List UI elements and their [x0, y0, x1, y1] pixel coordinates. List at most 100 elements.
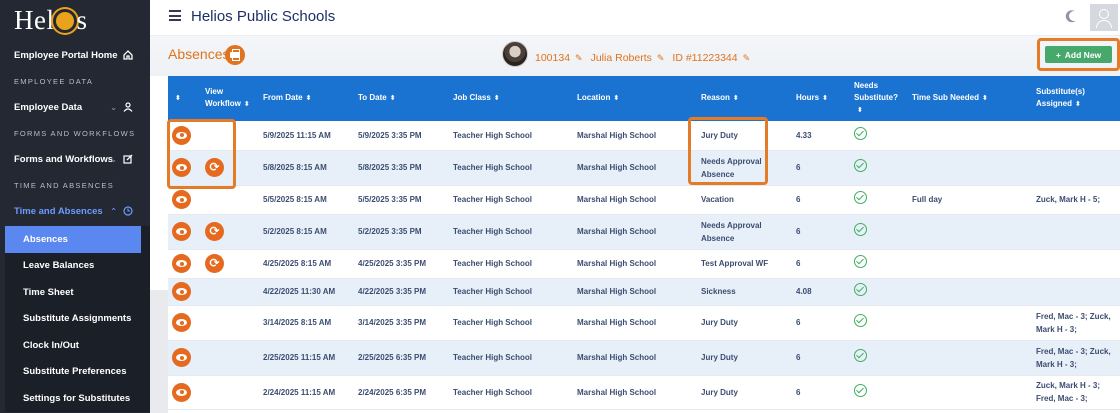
eye-icon[interactable] [172, 190, 191, 209]
eye-icon[interactable] [172, 348, 191, 367]
sort-icon[interactable]: ⬍ [1075, 101, 1081, 108]
table-row: 2/24/2025 11:15 AM 2/24/2025 6:35 PM Teach… [168, 375, 1120, 410]
pencil-icon[interactable]: ✎ [743, 53, 751, 64]
sort-icon[interactable]: ⬍ [982, 95, 988, 102]
sun-logo-icon [56, 11, 75, 30]
add-new-button[interactable]: + Add New [1045, 46, 1112, 63]
cell-hours: 6 [792, 375, 850, 410]
pencil-icon[interactable]: ✎ [657, 53, 665, 64]
col-header-reason[interactable]: Reason ⬍ [697, 76, 792, 121]
eye-icon[interactable] [172, 125, 191, 145]
dark-mode-icon[interactable] [1068, 10, 1081, 23]
home-icon [123, 50, 133, 60]
eye-icon[interactable] [172, 254, 191, 273]
sort-icon[interactable]: ⬍ [822, 95, 828, 102]
cell-from-date: 3/14/2025 8:15 AM [259, 305, 354, 341]
sidebar-item-time-sheet[interactable]: Time Sheet [5, 279, 150, 306]
absences-table: ⬍ View Workflow ⬍ From Date ⬍ To Date ⬍ Job… [168, 76, 1120, 413]
cell-job-class: Teacher High School [449, 185, 573, 215]
col-header-actions[interactable]: ⬍ [168, 76, 201, 121]
section-time: TIME AND ABSENCES [14, 180, 115, 190]
sidebar-item-forms-workflows[interactable]: Forms and Workflows ⌄ [0, 144, 150, 174]
helios-logo[interactable]: Hel s [0, 0, 150, 40]
cell-to-date: 3/14/2025 3:35 PM [354, 305, 449, 341]
eye-icon[interactable] [172, 382, 191, 402]
scrollbar-track[interactable] [150, 290, 168, 413]
cell-substitutes-assigned [1032, 150, 1120, 186]
sort-icon[interactable]: ⬍ [494, 95, 500, 102]
pencil-icon[interactable]: ✎ [575, 53, 583, 64]
sidebar-item-label: Time and Absences [14, 205, 103, 217]
cell-job-class: Teacher High School [449, 121, 573, 151]
sidebar-item-substitute-preferences[interactable]: Substitute Preferences [5, 359, 150, 386]
refresh-icon[interactable] [205, 222, 224, 241]
cell-reason: Needs Approval Absence [697, 150, 792, 186]
cell-reason: Jury Duty [697, 121, 792, 151]
cell-substitutes-assigned [1032, 278, 1120, 306]
cell-workflow [201, 278, 259, 306]
col-header-job-class[interactable]: Job Class ⬍ [449, 76, 573, 121]
eye-icon[interactable] [172, 158, 191, 177]
col-header-view-workflow[interactable]: View Workflow ⬍ [201, 76, 259, 121]
print-icon[interactable] [225, 45, 245, 65]
cell-needs-substitute [850, 121, 908, 151]
sidebar-item-portal-home[interactable]: Employee Portal Home [0, 40, 150, 70]
col-header-needs-substitute[interactable]: Needs Substitute?⬍ [850, 76, 908, 121]
cell-location: Marshal High School [573, 185, 697, 215]
user-menu-button[interactable] [1090, 4, 1118, 31]
cell-reason: Test Approval WF [697, 249, 792, 279]
cell-time-sub-needed: Full day [908, 185, 1032, 215]
eye-icon[interactable] [172, 282, 191, 301]
col-header-hours[interactable]: Hours ⬍ [792, 76, 850, 121]
sidebar-item-employee-data[interactable]: Employee Data ⌄ [0, 92, 150, 122]
sort-icon[interactable]: ⬍ [733, 95, 739, 102]
sort-icon[interactable]: ⬍ [390, 95, 396, 102]
sidebar-item-clock-in-out[interactable]: Clock In/Out [5, 332, 150, 359]
cell-substitutes-assigned [1032, 249, 1120, 279]
sidebar-item-settings-substitutes[interactable]: Settings for Substitutes [5, 385, 150, 412]
eye-icon[interactable] [172, 313, 191, 332]
sidebar-item-time-absences[interactable]: Time and Absences ⌃ [0, 196, 150, 226]
check-circle-icon [854, 349, 867, 362]
col-header-location[interactable]: Location ⬍ [573, 76, 697, 121]
cell-time-sub-needed [908, 214, 1032, 250]
menu-icon[interactable] [169, 10, 181, 21]
sort-icon[interactable]: ⬍ [244, 101, 250, 108]
cell-time-sub-needed [908, 375, 1032, 410]
cell-to-date: 2/24/2025 6:35 PM [354, 375, 449, 410]
employee-info: 100134 ✎ Julia Roberts ✎ ID #11223344 ✎ [535, 52, 753, 64]
col-header-to-date[interactable]: To Date ⬍ [354, 76, 449, 121]
sidebar-item-substitute-assignments[interactable]: Substitute Assignments [5, 306, 150, 333]
cell-workflow [201, 305, 259, 341]
employee-number: 100134 [535, 52, 571, 64]
cell-needs-substitute [850, 278, 908, 306]
cell-hours: 6 [792, 249, 850, 279]
cell-view [168, 249, 201, 279]
col-header-time-sub-needed[interactable]: Time Sub Needed ⬍ [908, 76, 1032, 121]
cell-needs-substitute [850, 375, 908, 410]
cell-time-sub-needed [908, 340, 1032, 376]
sort-icon[interactable]: ⬍ [306, 95, 312, 102]
eye-icon[interactable] [172, 222, 191, 241]
cell-reason: Jury Duty [697, 340, 792, 376]
table-header-row: ⬍ View Workflow ⬍ From Date ⬍ To Date ⬍ Job… [168, 76, 1120, 121]
cell-to-date: 5/8/2025 3:35 PM [354, 150, 449, 186]
cell-to-date: 4/25/2025 3:35 PM [354, 249, 449, 279]
refresh-icon[interactable] [205, 254, 224, 273]
col-header-substitutes-assigned[interactable]: Substitute(s) Assigned ⬍ [1032, 76, 1120, 121]
cell-location: Marshal High School [573, 305, 697, 341]
sort-icon[interactable]: ⬍ [613, 95, 619, 102]
cell-needs-substitute [850, 150, 908, 186]
check-circle-icon [854, 255, 867, 268]
cell-time-sub-needed [908, 249, 1032, 279]
cell-substitutes-assigned [1032, 121, 1120, 151]
sidebar-item-label: Forms and Workflows [14, 153, 114, 165]
sidebar-item-leave-balances[interactable]: Leave Balances [5, 253, 150, 280]
sort-icon[interactable]: ⬍ [857, 107, 863, 114]
cell-from-date: 5/9/2025 11:15 AM [259, 121, 354, 151]
sidebar-item-absences[interactable]: Absences [5, 226, 141, 253]
col-header-from-date[interactable]: From Date ⬍ [259, 76, 354, 121]
refresh-icon[interactable] [205, 158, 224, 177]
sort-icon[interactable]: ⬍ [175, 95, 181, 102]
cell-hours: 6 [792, 214, 850, 250]
